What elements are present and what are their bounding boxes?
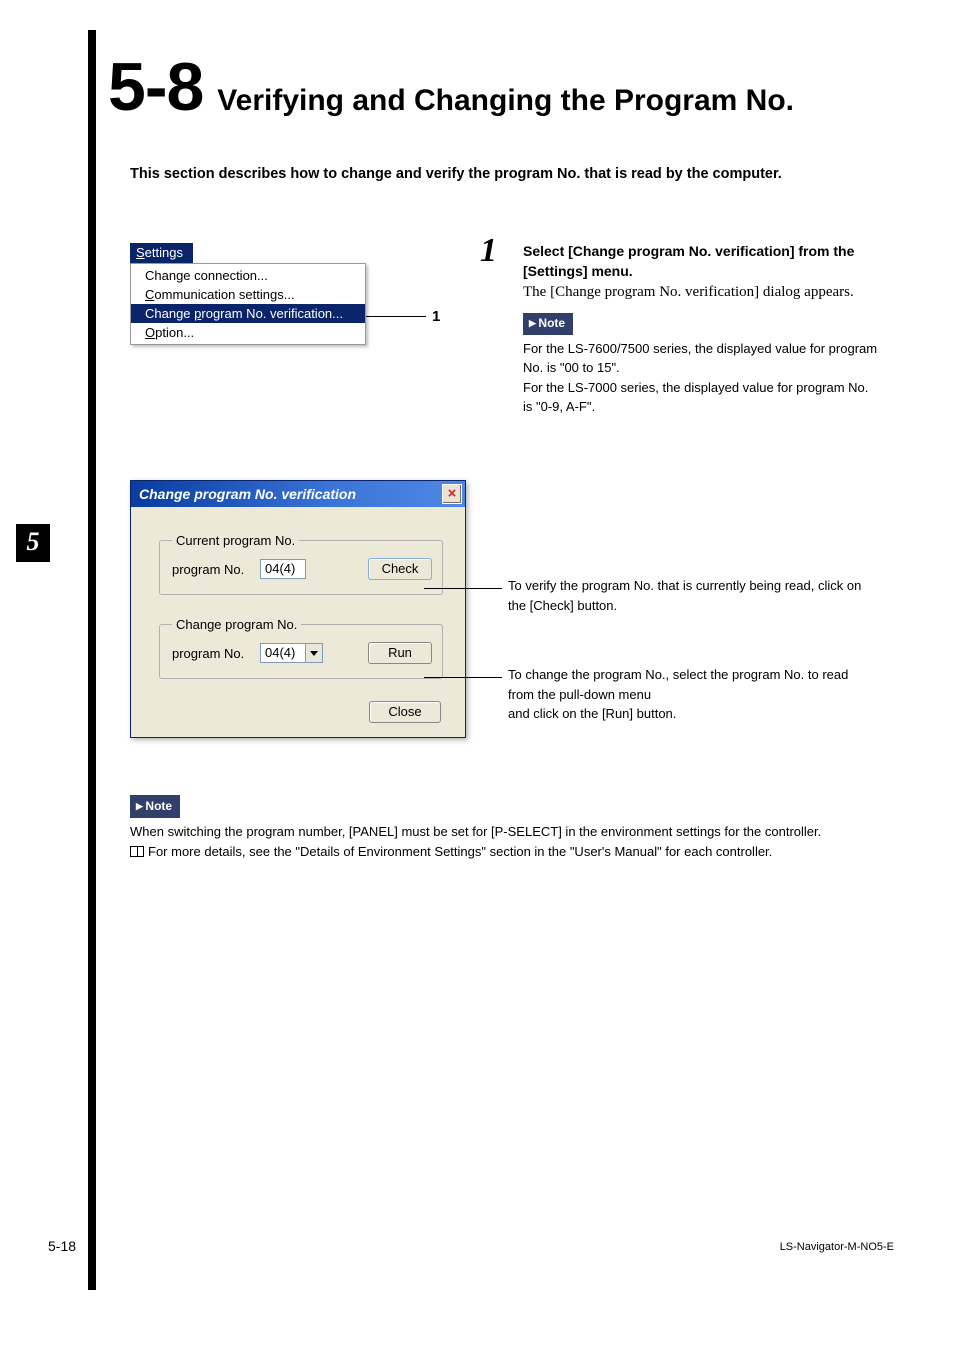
- note-body-1: For the LS-7600/7500 series, the display…: [523, 339, 878, 378]
- dialog-titlebar: Change program No. verification ×: [131, 481, 465, 507]
- menu-item-change-program-verification[interactable]: Change program No. verification...: [131, 304, 365, 323]
- note2-line1: When switching the program number, [PANE…: [130, 822, 890, 842]
- change-program-legend: Change program No.: [172, 617, 301, 632]
- program-no-value: 04(4): [260, 643, 306, 663]
- doc-id: LS-Navigator-M-NO5-E: [780, 1241, 894, 1253]
- settings-menu-title: Settings: [130, 243, 193, 263]
- change-program-group: Change program No. program No. 04(4) Run: [159, 617, 443, 679]
- note-badge: Note: [523, 313, 573, 334]
- callout-label-menu: 1: [432, 308, 440, 325]
- close-icon[interactable]: ×: [442, 484, 462, 504]
- step-title: Select [Change program No. verification]…: [523, 241, 878, 282]
- menu-item-change-connection[interactable]: Change connection...: [131, 266, 365, 285]
- run-button[interactable]: Run: [368, 642, 432, 664]
- note-body-2: For the LS-7000 series, the displayed va…: [523, 378, 878, 417]
- current-program-legend: Current program No.: [172, 533, 299, 548]
- note-badge-2: Note: [130, 795, 180, 818]
- menu-item-communication-settings[interactable]: Communication settings...: [131, 285, 365, 304]
- callout-line-check: [424, 588, 502, 589]
- close-button[interactable]: Close: [369, 701, 441, 723]
- change-program-label: program No.: [172, 646, 252, 661]
- section-title: Verifying and Changing the Program No.: [217, 84, 794, 118]
- callout-line-menu: [366, 316, 426, 317]
- step-instructions: Select [Change program No. verification]…: [523, 241, 878, 417]
- step-body: The [Change program No. verification] di…: [523, 282, 878, 304]
- side-rule: [88, 30, 96, 1290]
- current-program-label: program No.: [172, 562, 252, 577]
- chevron-down-icon[interactable]: [306, 643, 323, 663]
- callout-line-run: [424, 677, 502, 678]
- note2-line2: For more details, see the "Details of En…: [130, 842, 890, 862]
- explain-check: To verify the program No. that is curren…: [508, 576, 868, 615]
- menu-item-option[interactable]: Option...: [131, 323, 365, 342]
- page-number: 5-18: [48, 1238, 76, 1254]
- dialog-title: Change program No. verification: [139, 486, 356, 502]
- check-button[interactable]: Check: [368, 558, 432, 580]
- change-program-dialog: Change program No. verification × Curren…: [130, 480, 466, 738]
- settings-menu-body: Change connection... Communication setti…: [130, 263, 366, 345]
- chapter-tab: 5: [16, 524, 50, 562]
- current-program-value: 04(4): [260, 559, 306, 579]
- step-number: 1: [480, 232, 497, 270]
- current-program-group: Current program No. program No. 04(4) Ch…: [159, 533, 443, 595]
- section-intro: This section describes how to change and…: [130, 166, 782, 182]
- section-header: 5-8 Verifying and Changing the Program N…: [108, 48, 888, 126]
- section-number: 5-8: [108, 48, 203, 126]
- settings-menu-figure: Settings Change connection... Communicat…: [130, 243, 456, 345]
- book-icon: [130, 846, 144, 857]
- bottom-note: Note When switching the program number, …: [130, 795, 890, 862]
- explain-run: To change the program No., select the pr…: [508, 665, 868, 724]
- program-no-dropdown[interactable]: 04(4): [260, 643, 323, 663]
